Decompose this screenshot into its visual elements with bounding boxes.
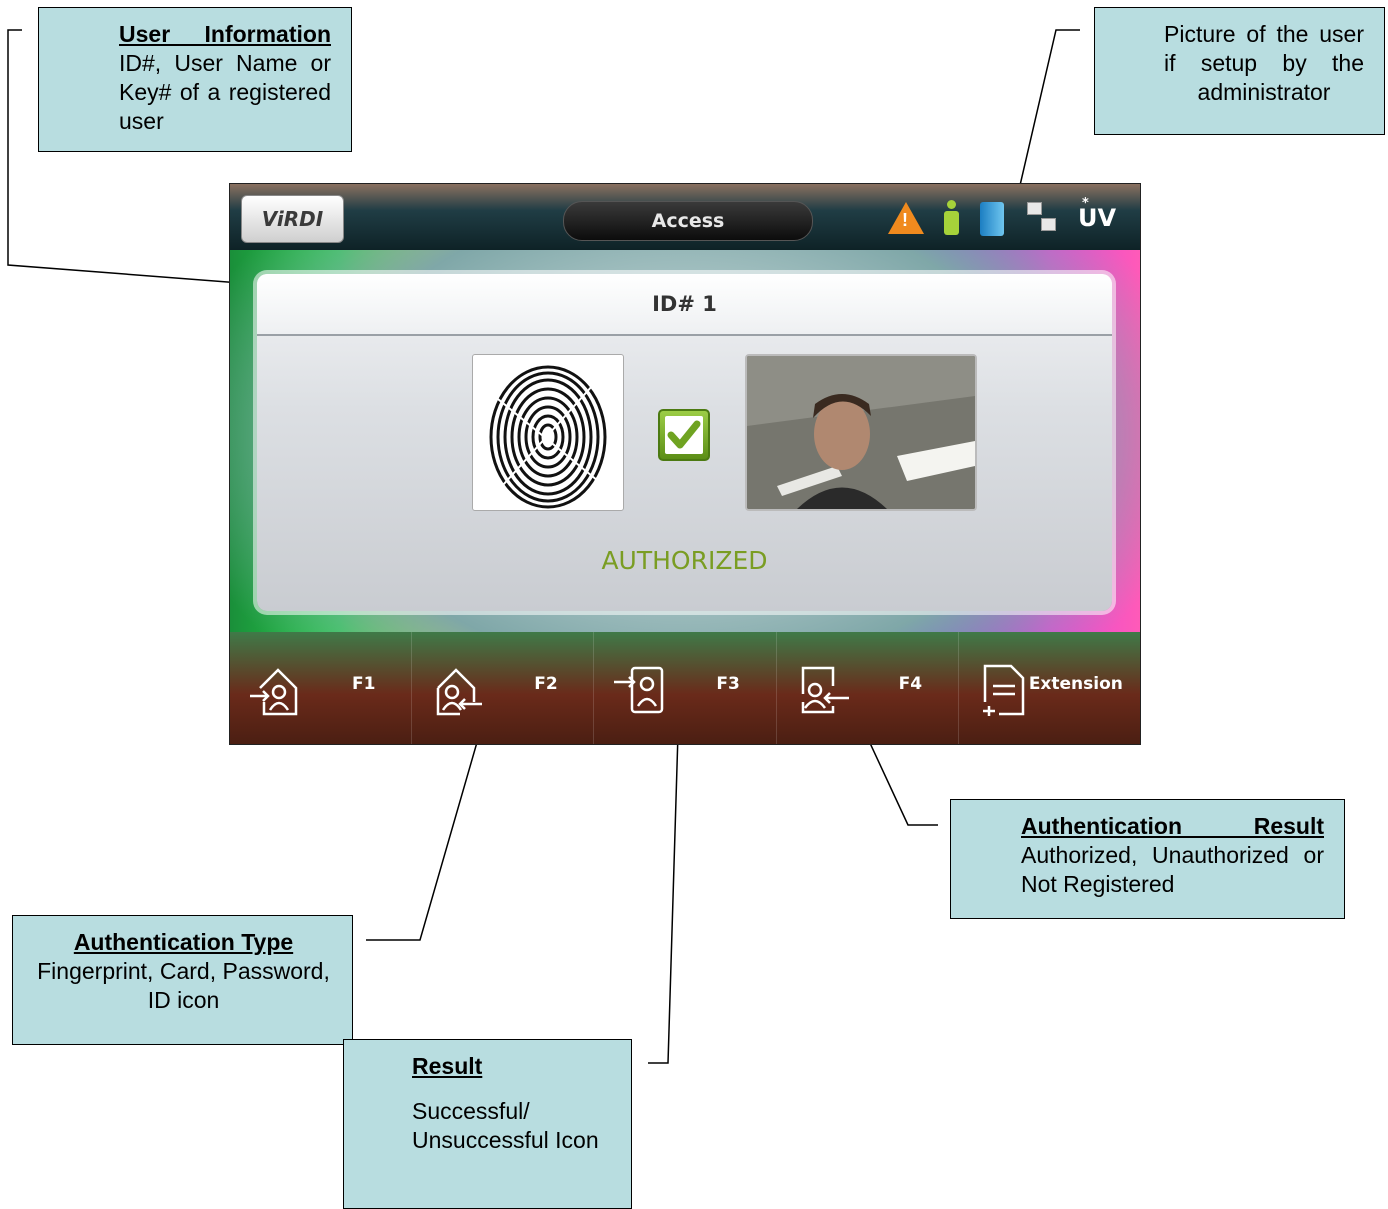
- warning-icon[interactable]: !: [888, 202, 924, 234]
- top-bar: ViRDI Access ! * UV: [230, 184, 1140, 250]
- fingerprint-image: [472, 354, 624, 511]
- callout-body: Fingerprint, Card, Password, ID icon: [37, 958, 330, 1013]
- f1-button[interactable]: F1: [230, 632, 413, 744]
- network-icon[interactable]: [1027, 202, 1057, 238]
- enter-door-icon: [614, 666, 664, 714]
- callout-body: Successful/ Unsuccessful Icon: [412, 1098, 599, 1153]
- callout-user-information: User Information ID#, User Name or Key# …: [38, 7, 352, 152]
- screen-title: Access: [563, 201, 813, 241]
- callout-authentication-type: Authentication Type Fingerprint, Card, P…: [12, 915, 353, 1045]
- callout-title: Authentication Result: [1021, 813, 1324, 839]
- fingerprint-icon: [489, 365, 607, 509]
- fkey-label: F1: [352, 674, 376, 694]
- extension-button[interactable]: Extension: [959, 632, 1140, 744]
- f4-button[interactable]: F4: [777, 632, 959, 744]
- warning-glyph: !: [902, 210, 908, 230]
- function-key-bar: F1 F2 F3 F4 Extension: [230, 632, 1140, 744]
- user-info-bar: ID# 1: [257, 274, 1112, 336]
- callout-title: Authentication Type: [73, 929, 294, 955]
- user-photo: [745, 354, 977, 511]
- user-id-text: ID# 1: [652, 292, 717, 316]
- leave-home-icon: [436, 668, 483, 716]
- fkey-label: Extension: [1028, 674, 1123, 694]
- device-screen: ViRDI Access ! * UV ID# 1 AUTHORIZED F1 …: [229, 183, 1141, 745]
- door-icon[interactable]: [980, 202, 1004, 236]
- callout-picture: Picture of the user if setup by the admi…: [1094, 7, 1385, 135]
- callout-body: Picture of the user if setup by the admi…: [1164, 21, 1364, 105]
- result-panel: ID# 1 AUTHORIZED: [257, 274, 1112, 611]
- uv-icon[interactable]: * UV: [1078, 196, 1116, 234]
- callout-title: User Information: [119, 21, 331, 47]
- fkey-label: F3: [716, 674, 740, 694]
- fkey-label: F4: [898, 674, 923, 694]
- callout-authentication-result: Authentication Result Authorized, Unauth…: [950, 799, 1345, 919]
- enter-home-icon: [250, 668, 298, 716]
- check-icon: [658, 409, 710, 461]
- person-icon[interactable]: [943, 200, 959, 236]
- leave-door-icon: [801, 666, 849, 714]
- fkey-label: F2: [534, 674, 558, 694]
- f2-button[interactable]: F2: [412, 632, 595, 744]
- callout-body: ID#, User Name or Key# of a registered u…: [119, 50, 331, 134]
- callout-body: Authorized, Unauthorized or Not Register…: [1021, 842, 1324, 897]
- f3-button[interactable]: F3: [594, 632, 777, 744]
- authentication-result: AUTHORIZED: [601, 546, 768, 575]
- callout-title: Result: [412, 1053, 483, 1079]
- document-add-icon: [982, 664, 1025, 716]
- callout-result: Result Successful/ Unsuccessful Icon: [343, 1039, 632, 1209]
- logo-button[interactable]: ViRDI: [241, 195, 344, 243]
